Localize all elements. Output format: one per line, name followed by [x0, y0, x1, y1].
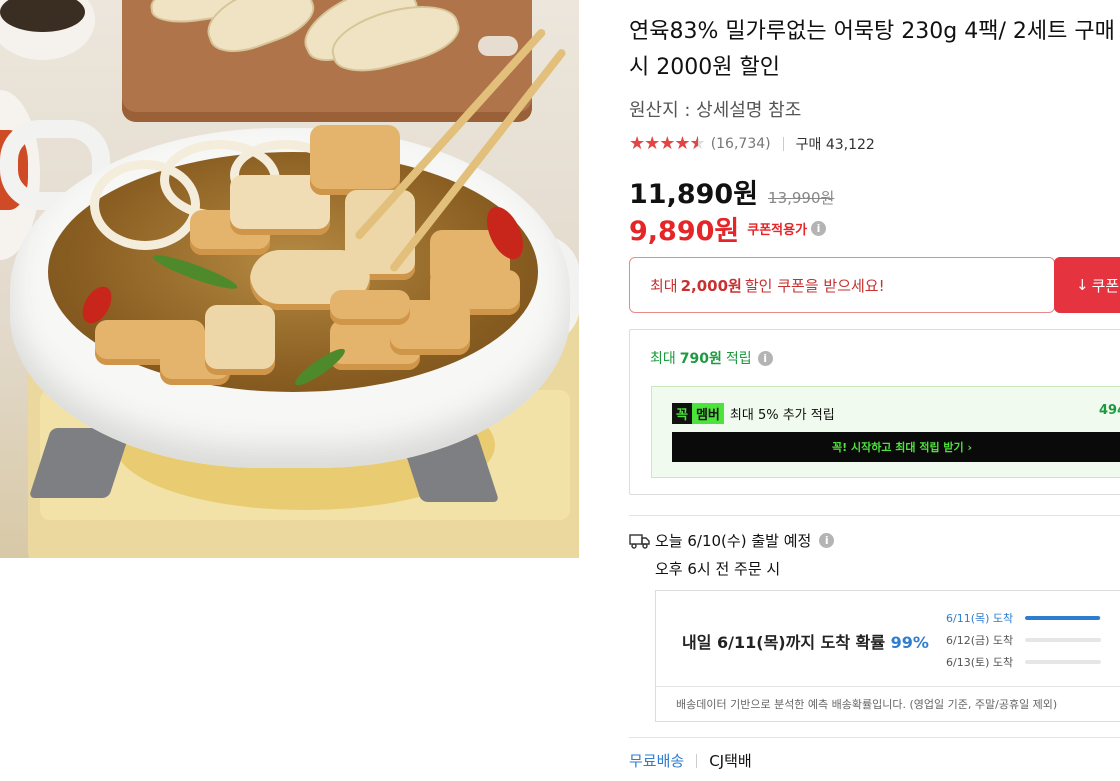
member-amount: 494 [1099, 403, 1120, 418]
fishcake [330, 290, 410, 325]
fishcake [205, 305, 275, 375]
probability-bar [1025, 660, 1102, 664]
review-count[interactable]: (16,734) [711, 136, 771, 152]
divider [696, 753, 698, 768]
shipping-date: 오늘 6/10(수) 출발 예정 [655, 532, 812, 550]
product-title: 연육83% 밀가루없는 어묵탕 230g 4팩/ 2세트 구매 시 2000원 … [629, 19, 1115, 80]
shipping-cutoff: 오후 6시 전 주문 시 [655, 560, 781, 578]
reward-head-after: 적립 [725, 351, 752, 367]
delivery-day-item: 6/11(목) 도착 [946, 607, 1102, 629]
member-box: 꼭 멤버 최대 5% 추가 적립 494 꼭! 시작하고 최대 적립 받기 › [651, 386, 1120, 478]
purchase-count: 구매 43,122 [795, 136, 875, 153]
coupon-download-button[interactable]: ↓ 쿠폰 [1054, 257, 1120, 313]
info-icon[interactable]: i [819, 533, 835, 548]
coupon-banner[interactable]: 최대 2,000원 할인 쿠폰을 받으세요! [629, 257, 1055, 313]
member-start-button[interactable]: 꼭! 시작하고 최대 적립 받기 › [672, 432, 1120, 462]
fishcake [310, 125, 400, 195]
delivery-day-item: 6/13(토) 도착 [946, 651, 1102, 673]
member-row: 꼭 멤버 최대 5% 추가 적립 [672, 403, 835, 424]
probability-bar-fill [1025, 616, 1101, 620]
coupon-amount: 2,000원 [680, 276, 742, 295]
shipping-row: 오늘 6/10(수) 출발 예정 i [629, 530, 835, 551]
delivery-note: 배송데이터 기반으로 분석한 예측 배송확률입니다. (영업일 기준, 주말/공… [656, 686, 1120, 722]
original-price: 13,990원 [768, 189, 835, 207]
delivery-day-label: 6/13(토) 도착 [946, 656, 1014, 669]
coupon-price: 9,890원 [629, 216, 740, 247]
rating-row[interactable]: ★★★★★ ★ (16,734) 구매 43,122 [629, 133, 875, 154]
divider [629, 737, 1120, 738]
delivery-day-list: 6/11(목) 도착 6/12(금) 도착 6/13(토) 도착 [946, 607, 1102, 673]
delivery-probability-text: 내일 6/11(목)까지 도착 확률 [682, 633, 886, 652]
divider [782, 136, 784, 151]
coupon-text-before: 최대 [650, 276, 678, 295]
carrier-label: CJ택배 [709, 752, 752, 770]
reward-box: 최대 790원 적립 i 꼭 멤버 최대 5% 추가 적립 494 꼭! 시작하… [629, 329, 1120, 495]
price-row: 11,890원 13,990원 [629, 172, 834, 211]
coupon-price-row: 9,890원 쿠폰적용가 i [629, 209, 827, 248]
delivery-day-label: 6/12(금) 도착 [946, 634, 1014, 647]
star-rating-icon: ★★★★★ ★ [629, 133, 706, 154]
sale-price: 11,890원 [629, 179, 759, 210]
divider [629, 515, 1120, 516]
coupon-price-label: 쿠폰적용가 [747, 223, 808, 238]
member-text: 최대 5% 추가 적립 [729, 408, 835, 423]
delivery-day-item: 6/12(금) 도착 [946, 629, 1102, 651]
kkok-badge: 꼭 [672, 403, 692, 424]
truck-icon [629, 533, 650, 549]
member-badge: 멤버 [691, 403, 724, 424]
info-icon[interactable]: i [757, 350, 773, 366]
delivery-probability-box: 내일 6/11(목)까지 도착 확률 99% 6/11(목) 도착 6/12(금… [655, 590, 1120, 722]
probability-bar [1025, 616, 1102, 620]
reward-head-before: 최대 [650, 351, 676, 367]
delivery-probability: 내일 6/11(목)까지 도착 확률 99% [682, 629, 929, 653]
product-image[interactable] [0, 0, 579, 558]
reward-head: 최대 790원 적립 i [650, 348, 773, 368]
reward-amount: 790원 [679, 351, 722, 367]
probability-bar [1025, 638, 1102, 642]
shipping-method-row: 무료배송 CJ택배 [629, 750, 752, 771]
free-shipping-label: 무료배송 [629, 752, 685, 770]
product-origin: 원산지 : 상세설명 참조 [629, 100, 802, 121]
coupon-text-after: 할인 쿠폰을 받으세요! [744, 276, 885, 295]
board-hole [478, 36, 518, 56]
info-icon[interactable]: i [811, 221, 827, 236]
delivery-probability-pct: 99% [890, 633, 929, 652]
download-icon: ↓ [1076, 276, 1089, 294]
coupon-button-label: 쿠폰 [1091, 276, 1120, 295]
delivery-day-label: 6/11(목) 도착 [946, 612, 1014, 625]
